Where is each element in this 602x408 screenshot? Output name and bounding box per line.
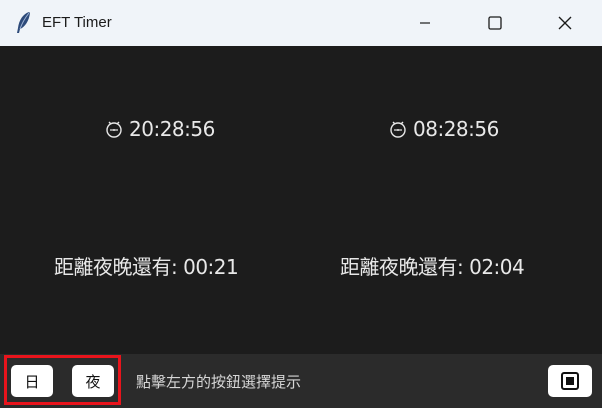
hint-text: 點擊左方的按鈕選擇提示 — [136, 373, 302, 391]
title-bar[interactable]: EFT Timer — [0, 0, 602, 46]
close-icon — [558, 16, 572, 30]
night-countdown: 距離夜晚還有: 02:04 — [340, 254, 525, 279]
minimize-button[interactable] — [402, 0, 448, 46]
timer-panel: 20:28:56 08:28:56 距離夜晚還有: 00:21 距離夜晚還有: … — [0, 46, 602, 354]
stop-button[interactable] — [548, 365, 592, 397]
feather-icon — [14, 11, 34, 35]
day-clock-time: 20:28:56 — [129, 117, 215, 141]
day-clock: 20:28:56 — [104, 114, 215, 144]
stop-square-icon — [561, 372, 579, 390]
day-countdown: 距離夜晚還有: 00:21 — [54, 254, 239, 279]
day-mode-button[interactable]: 日 — [11, 365, 53, 397]
night-mode-button[interactable]: 夜 — [72, 365, 114, 397]
minimize-icon — [420, 22, 430, 24]
maximize-button[interactable] — [472, 0, 518, 46]
night-clock-time: 08:28:56 — [413, 117, 499, 141]
bottom-toolbar: 日 夜 點擊左方的按鈕選擇提示 — [0, 354, 602, 408]
maximize-icon — [488, 16, 502, 30]
close-button[interactable] — [542, 0, 588, 46]
clock-face-icon — [390, 121, 406, 138]
window-title: EFT Timer — [42, 14, 112, 31]
app-window: EFT Timer 20:28:56 08:28:56 距離夜晚還有: 00:2… — [0, 0, 602, 408]
clock-face-icon — [106, 121, 122, 138]
night-clock: 08:28:56 — [388, 114, 499, 144]
